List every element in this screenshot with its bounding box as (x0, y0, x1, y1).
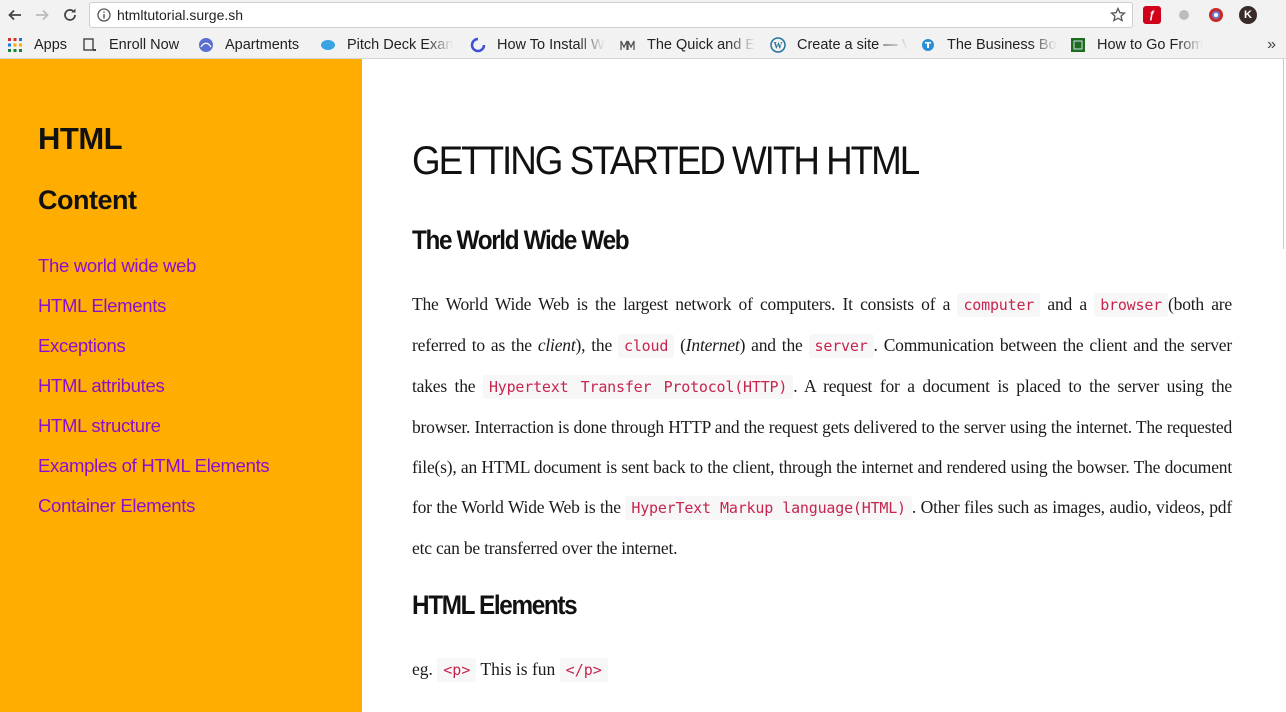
bookmark-label: Create a site — V (797, 37, 908, 53)
bookmark-label: Enroll Now (109, 37, 180, 53)
sidebar-item: Examples of HTML Elements (38, 455, 270, 495)
sidebar-item: HTML Elements (38, 295, 269, 335)
sidebar-nav: The world wide web HTML Elements Excepti… (38, 255, 270, 535)
bookmark-how-to-install[interactable]: How To Install W (470, 34, 608, 56)
pitch-deck-icon (320, 37, 336, 53)
sidebar-title: HTML (38, 121, 123, 156)
paragraph-text: ) and the (739, 335, 809, 355)
how-to-install-icon (470, 37, 486, 53)
main-content: GETTING STARTED WITH HTML The World Wide… (362, 59, 1286, 712)
sidebar-item: HTML attributes (38, 375, 269, 415)
bookmark-label: How To Install W (497, 37, 605, 53)
go-from-icon (1070, 37, 1086, 53)
bookmark-label: Pitch Deck Exan (347, 37, 454, 53)
bookmark-go-from[interactable]: How to Go From (1070, 34, 1208, 56)
paragraph-text: The World Wide Web is the largest networ… (412, 294, 958, 314)
html-elements-example: eg. <p> This is fun </p> (412, 649, 608, 690)
code-computer: computer (957, 293, 1041, 317)
sidebar-item: HTML structure (38, 415, 269, 455)
code-close-tag: </p> (559, 658, 608, 682)
extension-f-icon[interactable]: ƒ (1143, 6, 1161, 24)
world-wide-web-paragraph: The World Wide Web is the largest networ… (412, 284, 1232, 568)
bookmark-label: The Quick and E (647, 37, 755, 53)
paragraph-text: ( (674, 335, 686, 355)
reload-button[interactable] (59, 4, 81, 26)
example-prefix: eg. (412, 659, 438, 679)
bookmark-label: Apartments (225, 37, 300, 53)
bookmark-apps[interactable]: Apps (7, 34, 67, 56)
bookmark-business[interactable]: The Business Bo (920, 34, 1058, 56)
bookmark-label: Apps (34, 37, 68, 53)
bookmark-enroll-now[interactable]: Enroll Now (82, 34, 179, 56)
code-html: HyperText Markup language(HTML) (625, 496, 912, 520)
enroll-icon (82, 37, 98, 53)
apps-grid-icon (7, 37, 23, 53)
paragraph-text: ), the (575, 335, 618, 355)
sidebar-link-html-attributes[interactable]: HTML attributes (38, 375, 165, 396)
code-cloud: cloud (618, 334, 675, 358)
sidebar-item: Exceptions (38, 335, 269, 375)
sidebar-link-container-elements[interactable]: Container Elements (38, 495, 195, 516)
paragraph-text: and a (1040, 294, 1095, 314)
site-info-icon[interactable] (97, 8, 111, 22)
browser-toolbar: ƒ K (0, 0, 1286, 31)
bookmark-quick-and[interactable]: The Quick and E (620, 34, 758, 56)
code-server: server (808, 334, 874, 358)
profile-avatar-icon[interactable]: K (1239, 6, 1257, 24)
bookmark-pitch-deck[interactable]: Pitch Deck Exan (320, 34, 458, 56)
code-http: Hypertext Transfer Protocol(HTTP) (482, 375, 794, 399)
bookmark-apartments[interactable]: Apartments (198, 34, 299, 56)
bookmark-create-site[interactable]: W Create a site — V (770, 34, 908, 56)
example-text: This is fun (476, 659, 560, 679)
reload-icon (64, 8, 76, 21)
bookmark-label: The Business Bo (947, 37, 1057, 53)
emphasis-internet: Internet (685, 335, 740, 355)
emphasis-client: client (537, 335, 576, 355)
forward-arrow-icon (36, 9, 49, 21)
sidebar: HTML Content The world wide web HTML Ele… (0, 59, 362, 712)
back-button[interactable] (4, 4, 26, 26)
extension-gray-icon[interactable] (1175, 6, 1193, 24)
code-open-tag: <p> (437, 658, 477, 682)
bookmark-label: How to Go From (1097, 37, 1204, 53)
page-title: GETTING STARTED WITH HTML (412, 139, 920, 183)
apartments-icon (198, 37, 214, 53)
sidebar-item: The world wide web (38, 255, 269, 295)
business-icon (920, 37, 936, 53)
sidebar-link-exceptions[interactable]: Exceptions (38, 335, 126, 356)
svg-text:W: W (774, 41, 783, 51)
bookmark-star-icon[interactable] (1110, 7, 1126, 23)
section-heading-world-wide-web: The World Wide Web (412, 225, 630, 255)
sidebar-link-html-elements[interactable]: HTML Elements (38, 295, 166, 316)
sidebar-item: Container Elements (38, 495, 269, 535)
extension-gear-icon[interactable] (1207, 6, 1225, 24)
bookmarks-bar: Apps Enroll Now Apartments Pitch Deck Ex… (0, 31, 1286, 59)
back-arrow-icon (8, 9, 21, 21)
scrollbar[interactable] (1283, 59, 1284, 249)
sidebar-link-html-structure[interactable]: HTML structure (38, 415, 161, 436)
address-bar[interactable] (89, 2, 1133, 28)
more-bookmarks-button[interactable]: » (1267, 36, 1276, 54)
code-browser: browser (1094, 293, 1169, 317)
wordpress-icon: W (770, 37, 786, 53)
sidebar-link-world-wide-web[interactable]: The world wide web (38, 255, 196, 276)
quick-and-icon (620, 37, 636, 53)
url-input[interactable] (117, 4, 1097, 26)
sidebar-subtitle: Content (38, 185, 137, 215)
section-heading-html-elements: HTML Elements (412, 590, 578, 620)
forward-button[interactable] (31, 4, 53, 26)
sidebar-link-examples[interactable]: Examples of HTML Elements (38, 455, 270, 476)
